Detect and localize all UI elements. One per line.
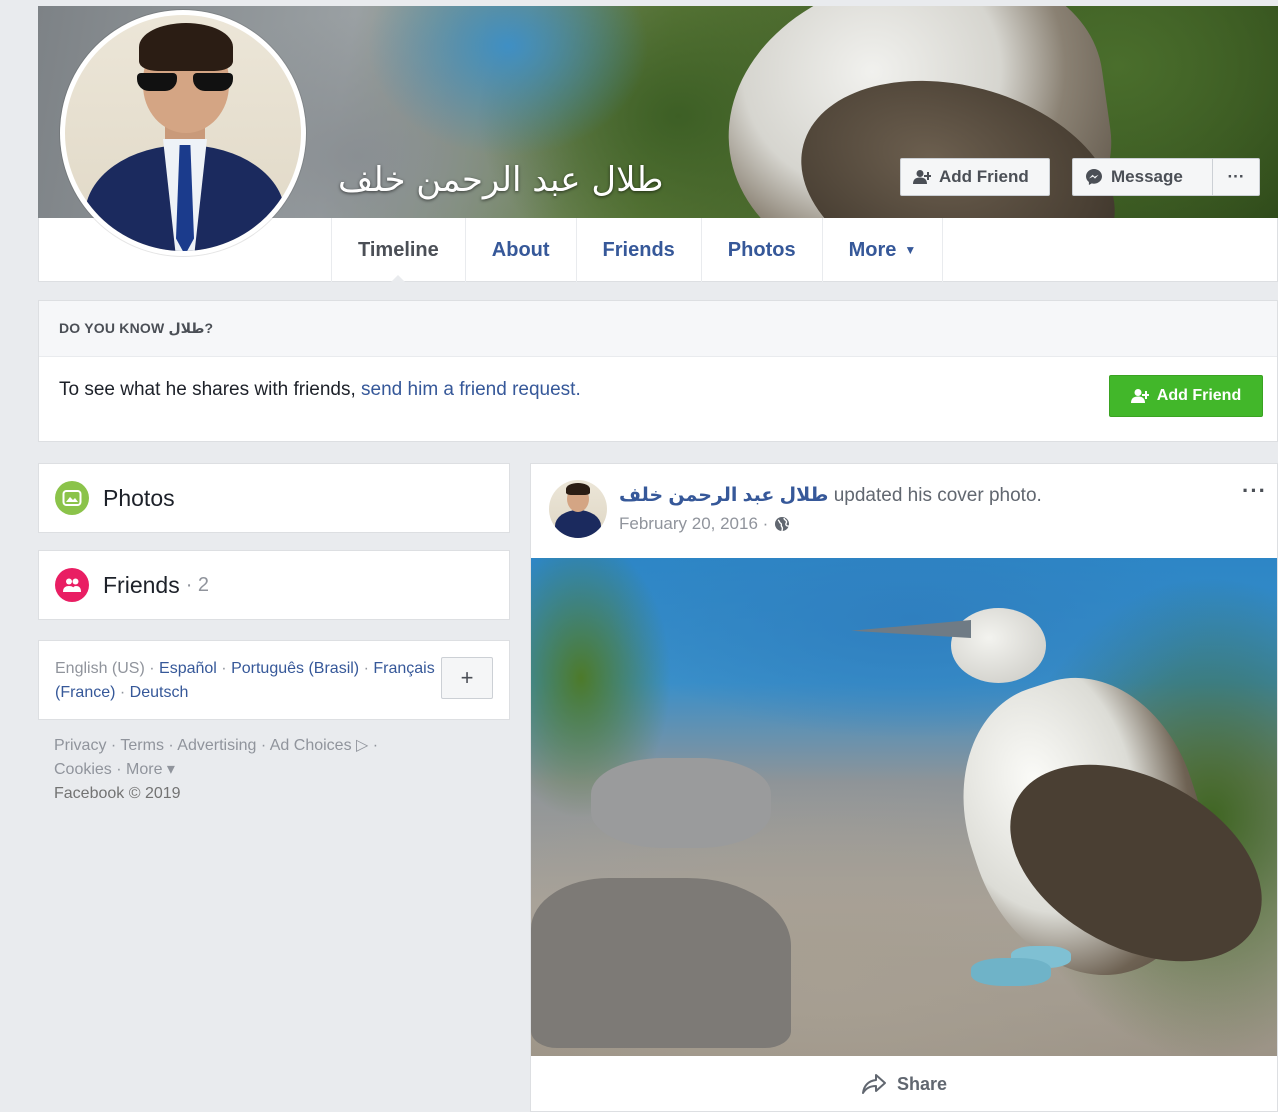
add-friend-icon: [913, 170, 931, 184]
page-footer: Privacy · Terms · Advertising · Ad Choic…: [54, 734, 474, 806]
message-label: Message: [1111, 167, 1183, 186]
profile-name[interactable]: طلال عبد الرحمن خلف: [338, 160, 663, 200]
message-button[interactable]: Message: [1072, 158, 1212, 196]
add-language-button[interactable]: +: [441, 657, 493, 699]
messenger-icon: [1086, 169, 1102, 185]
do-you-know-body: To see what he shares with friends, send…: [39, 357, 1277, 441]
language-espanol[interactable]: Español: [159, 660, 217, 677]
language-deutsch[interactable]: Deutsch: [130, 684, 189, 701]
sidebar-friends[interactable]: Friends · 2: [38, 550, 510, 620]
profile-tabs: Timeline About Friends Photos More ▼: [331, 218, 944, 283]
do-you-know-box: DO YOU KNOW طلال? To see what he shares …: [38, 300, 1278, 442]
friends-count: · 2: [185, 573, 210, 596]
footer-links-line1[interactable]: Privacy · Terms · Advertising · Ad Choic…: [54, 734, 474, 758]
avatar-hair: [139, 23, 233, 71]
profile-avatar: [65, 15, 301, 251]
separator: ·: [115, 684, 130, 701]
photo-bird-head: [951, 608, 1046, 683]
do-you-know-message: To see what he shares with friends,: [59, 379, 362, 400]
tab-more[interactable]: More ▼: [821, 218, 944, 282]
share-button[interactable]: Share: [531, 1056, 1277, 1112]
photo-bird-beak: [851, 620, 971, 638]
tab-about[interactable]: About: [464, 218, 576, 282]
language-selector: English (US) · Español · Português (Bras…: [38, 640, 510, 720]
do-you-know-heading: DO YOU KNOW طلال?: [39, 301, 1277, 357]
post-action: updated his cover photo.: [828, 485, 1042, 506]
add-friend-label: Add Friend: [1156, 387, 1242, 404]
post-author-avatar[interactable]: [549, 480, 607, 538]
separator: ·: [359, 660, 374, 677]
sidebar-photos-title: Photos: [103, 484, 175, 511]
photo-icon: [55, 481, 89, 515]
post-avatar-hair: [566, 483, 590, 495]
friend-request-link[interactable]: send him a friend request.: [361, 379, 581, 400]
globe-icon: [775, 517, 790, 532]
tab-label: Photos: [727, 238, 796, 261]
post-header: طلال عبد الرحمن خلف updated his cover ph…: [619, 484, 1042, 507]
language-list: English (US) · Español · Português (Bras…: [55, 657, 435, 705]
more-dots-icon: ···: [1227, 167, 1245, 186]
tab-friends[interactable]: Friends: [575, 218, 701, 282]
tab-label: Timeline: [358, 238, 439, 261]
plus-icon: +: [460, 665, 474, 690]
sidebar-friends-title: Friends: [103, 571, 180, 598]
post-cover-photo[interactable]: [531, 558, 1277, 1056]
tab-label: About: [491, 238, 550, 261]
photo-rock: [591, 758, 771, 848]
cover-more-button[interactable]: ···: [1212, 158, 1260, 196]
post-meta: February 20, 2016 ·: [619, 514, 790, 534]
add-friend-icon: [1130, 389, 1149, 403]
tab-photos[interactable]: Photos: [700, 218, 822, 282]
add-friend-button[interactable]: Add Friend: [1109, 375, 1263, 417]
share-label: Share: [896, 1073, 948, 1094]
post-date[interactable]: February 20, 2016 ·: [619, 514, 768, 534]
profile-page: طلال عبد الرحمن خلف Add Friend Message ·…: [8, 0, 1278, 1112]
tab-timeline[interactable]: Timeline: [331, 218, 465, 283]
tab-label: More: [848, 238, 897, 261]
tab-label: Friends: [602, 238, 675, 261]
post-options-icon[interactable]: ···: [1242, 478, 1267, 504]
post-avatar-suit: [555, 510, 601, 538]
chevron-down-icon: ▼: [904, 243, 917, 257]
language-portugues[interactable]: Português (Brasil): [231, 660, 359, 677]
friends-icon: [55, 568, 89, 602]
photo-rock: [531, 878, 791, 1048]
timeline-post: طلال عبد الرحمن خلف updated his cover ph…: [530, 463, 1278, 1112]
photo-bird-foot: [971, 958, 1051, 986]
cover-add-friend-label: Add Friend: [939, 167, 1029, 186]
footer-links-line2[interactable]: Cookies · More ▾: [54, 758, 474, 782]
do-you-know-text: To see what he shares with friends, send…: [59, 379, 581, 401]
sidebar-photos[interactable]: Photos: [38, 463, 510, 533]
post-author-name[interactable]: طلال عبد الرحمن خلف: [619, 485, 828, 506]
share-icon: [861, 1074, 886, 1094]
avatar-sunglasses: [137, 73, 233, 91]
separator: ·: [216, 660, 232, 677]
current-language: English (US) ·: [55, 660, 160, 677]
profile-picture[interactable]: [60, 10, 306, 256]
copyright: Facebook © 2019: [54, 785, 181, 802]
cover-add-friend-button[interactable]: Add Friend: [900, 158, 1050, 196]
